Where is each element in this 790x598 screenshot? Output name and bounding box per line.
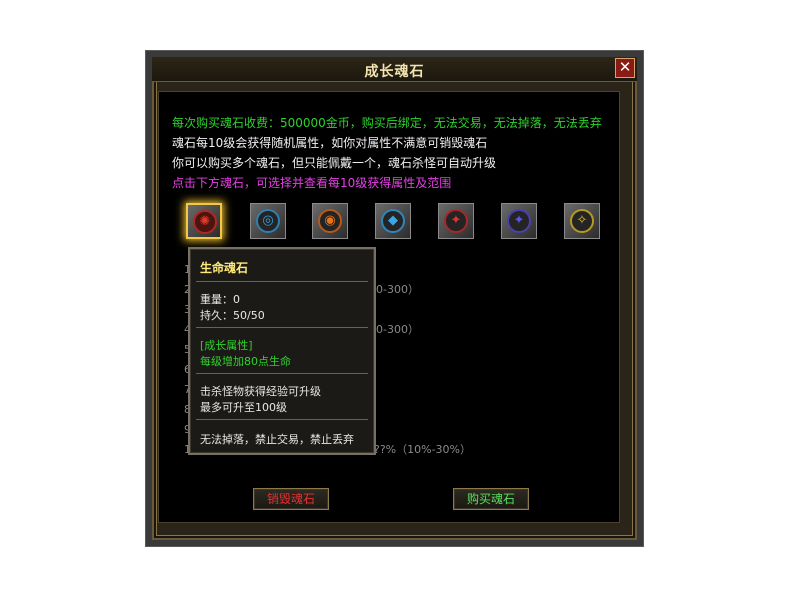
life-stone-icon: ✺ [193,210,217,234]
wear-info-text: 你可以购买多个魂石，但只能佩戴一个，魂石杀怪可自动升级 [172,156,497,170]
blue-rune-stone-icon: ✦ [507,209,531,233]
tooltip-divider [196,419,368,420]
swirl-stone-icon: ◎ [256,209,280,233]
gold-rune-stone-icon: ✧ [570,209,594,233]
soul-stone-gold-rune[interactable]: ✧ [564,203,600,239]
soul-stone-flame[interactable]: ◉ [312,203,348,239]
item-tooltip: 生命魂石 重量：0 持久：50/50 [成长属性] 每级增加80点生命 击杀怪物… [188,247,376,455]
tooltip-growth-value: 每级增加80点生命 [200,355,291,368]
tooltip-durability: 持久：50/50 [200,309,265,322]
title-bar: 成长魂石 ✕ [152,57,637,82]
tooltip-divider [196,373,368,374]
tooltip-weight: 重量：0 [200,293,240,306]
tooltip-restrictions: 无法掉落，禁止交易，禁止丢弃 [200,433,354,446]
tooltip-upgrade-rule: 击杀怪物获得经验可升级 [200,385,321,398]
destroy-stone-button[interactable]: 销毁魂石 [253,488,329,510]
soul-stone-swirl[interactable]: ◎ [250,203,286,239]
window-title: 成长魂石 [364,64,425,80]
attr-row-10-range: ??%（10%-30%） [374,443,471,456]
buy-stone-button[interactable]: 购买魂石 [453,488,529,510]
tooltip-max-level: 最多可升至100级 [200,401,287,414]
soul-stone-blue-rune[interactable]: ✦ [501,203,537,239]
water-stone-icon: ◆ [381,209,405,233]
soul-stone-window: 成长魂石 ✕ 每次购买魂石收费：500000金币，购买后绑定，无法交易，无法掉落… [145,50,644,547]
soul-stone-water[interactable]: ◆ [375,203,411,239]
soul-stone-life[interactable]: ✺ [186,203,222,239]
attr-row-2-range: 0-300） [376,283,419,296]
soul-stone-red-rune[interactable]: ✦ [438,203,474,239]
red-rune-stone-icon: ✦ [444,209,468,233]
select-hint-text: 点击下方魂石，可选择并查看每10级获得属性及范围 [172,176,452,190]
close-button[interactable]: ✕ [615,58,635,78]
tooltip-growth-header: [成长属性] [200,339,253,352]
tooltip-divider [196,327,368,328]
tooltip-item-name: 生命魂石 [200,261,249,275]
attribute-info-text: 魂石每10级会获得随机属性，如你对属性不满意可销毁魂石 [172,136,488,150]
tooltip-divider [196,281,368,282]
fee-info-text: 每次购买魂石收费：500000金币，购买后绑定，无法交易，无法掉落，无法丢弃 [172,116,602,130]
attr-row-4-range: 0-300） [376,323,419,336]
flame-stone-icon: ◉ [318,209,342,233]
